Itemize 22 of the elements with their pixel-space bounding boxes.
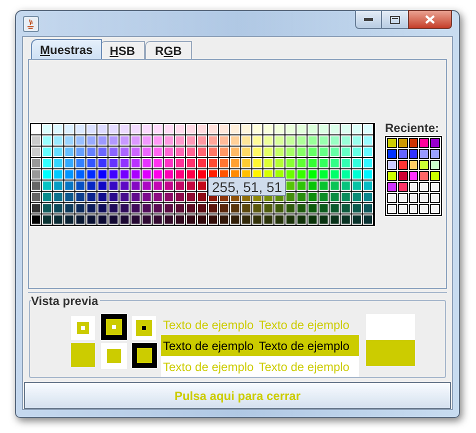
tooltip: 255, 51, 51 bbox=[208, 177, 286, 196]
sample-text: Texto de ejemplo bbox=[163, 358, 254, 376]
minimize-button[interactable] bbox=[355, 10, 382, 29]
close-icon bbox=[425, 15, 435, 24]
minimize-icon bbox=[364, 18, 373, 21]
maximize-icon bbox=[390, 16, 400, 24]
recent-label: Reciente: bbox=[385, 121, 440, 135]
group-title: Vista previa bbox=[31, 294, 100, 308]
tab[interactable]: HSB bbox=[100, 41, 146, 59]
background-sample bbox=[366, 314, 415, 340]
color-swatch-grid[interactable] bbox=[30, 123, 375, 226]
maximize-button[interactable] bbox=[382, 10, 408, 29]
sample-text: Texto de ejemplo bbox=[163, 338, 254, 354]
recent-swatch-grid[interactable] bbox=[385, 136, 442, 216]
sample-text: Texto de ejemplo bbox=[163, 316, 254, 334]
tab[interactable]: RGB bbox=[145, 41, 192, 59]
tab[interactable]: Muestras bbox=[31, 39, 102, 59]
sample-text: Texto de ejemplo bbox=[258, 338, 350, 354]
sample-text: Texto de ejemplo bbox=[258, 358, 350, 376]
sample-text: Texto de ejemplo bbox=[258, 316, 350, 334]
java-cup-icon[interactable] bbox=[23, 16, 39, 32]
close-button[interactable] bbox=[408, 10, 452, 29]
